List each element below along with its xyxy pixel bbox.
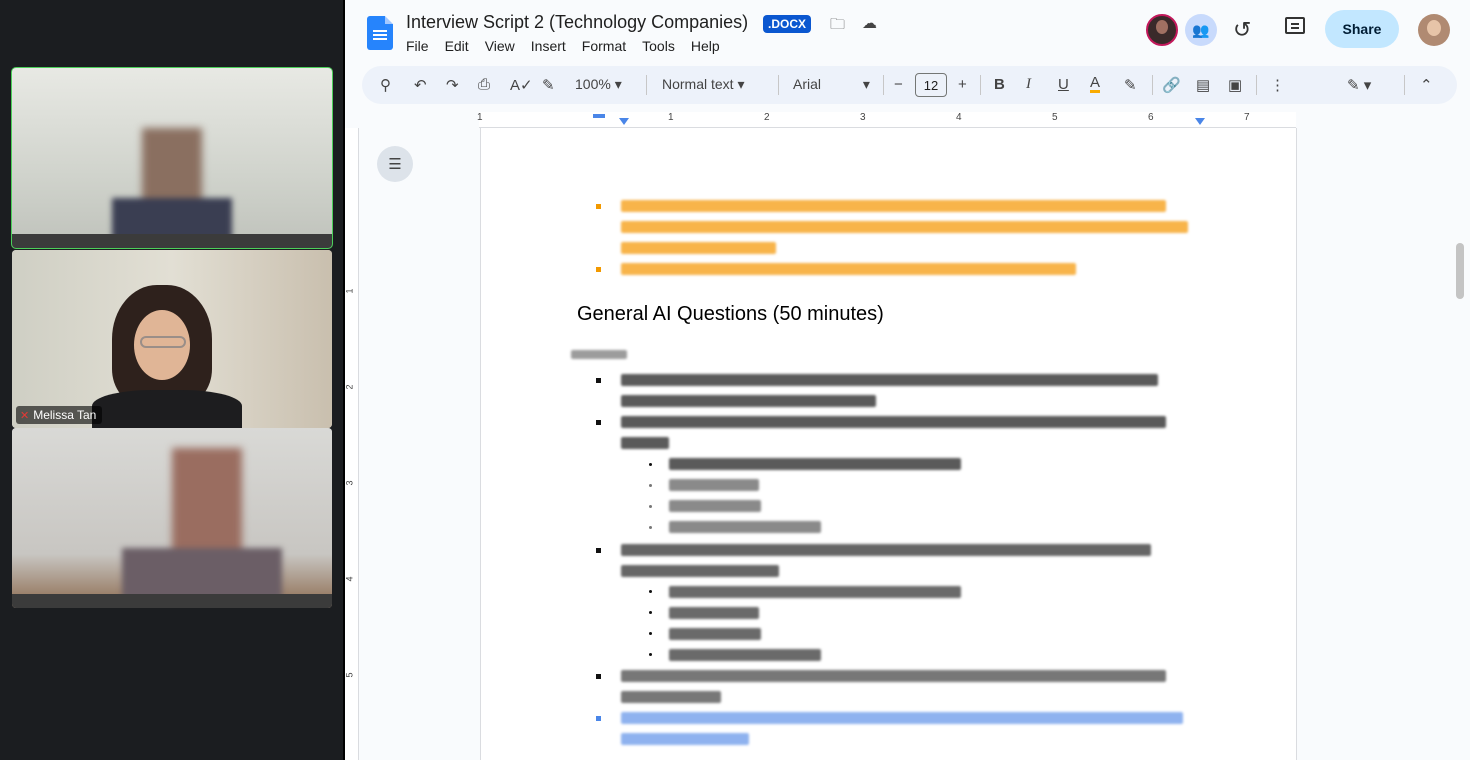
blurred-text-line	[621, 200, 1166, 212]
blurred-text-line	[621, 242, 776, 254]
menu-file[interactable]: File	[406, 38, 429, 54]
collaborator-avatar[interactable]	[1146, 14, 1178, 46]
text-color-button[interactable]: A	[1090, 75, 1101, 93]
left-margin-marker[interactable]	[619, 118, 629, 125]
blurred-text-line	[669, 586, 961, 598]
highlight-color-icon[interactable]: ✎	[1124, 76, 1137, 94]
participant-tile-1[interactable]	[11, 67, 333, 249]
comments-icon[interactable]	[1285, 17, 1305, 34]
blurred-text-line	[621, 691, 721, 703]
menu-format[interactable]: Format	[582, 38, 626, 54]
right-margin-marker[interactable]	[1195, 118, 1205, 125]
editing-mode-icon[interactable]: ✎ ▾	[1347, 76, 1371, 94]
share-button[interactable]: Share	[1325, 10, 1399, 48]
blurred-text-line	[621, 221, 1188, 233]
mic-muted-icon: ✕	[20, 409, 30, 422]
blurred-text-line	[621, 263, 1076, 275]
version-history-icon[interactable]: ↺	[1233, 17, 1251, 43]
menu-insert[interactable]: Insert	[531, 38, 566, 54]
font-select[interactable]: Arial ▾	[793, 76, 870, 93]
menu-tools[interactable]: Tools	[642, 38, 675, 54]
list-bullet	[596, 716, 601, 721]
zoom-select[interactable]: 100% ▾	[575, 76, 622, 93]
list-bullet	[649, 484, 652, 487]
blurred-text-line	[621, 374, 1158, 386]
document-title[interactable]: Interview Script 2 (Technology Companies…	[406, 12, 748, 33]
list-bullet	[649, 590, 652, 593]
list-bullet	[596, 204, 601, 209]
blurred-text-line	[669, 500, 761, 512]
cloud-status-icon[interactable]: ☁	[862, 14, 877, 32]
blurred-text-line	[669, 458, 961, 470]
menu-bar: File Edit View Insert Format Tools Help	[406, 38, 720, 54]
blurred-text-line	[669, 607, 759, 619]
more-options-icon[interactable]: ⋮	[1270, 76, 1285, 94]
docs-app: Interview Script 2 (Technology Companies…	[345, 0, 1470, 760]
search-icon[interactable]: ⚲	[380, 76, 391, 94]
list-bullet	[649, 463, 652, 466]
participant-name: Melissa Tan	[33, 408, 97, 422]
list-bullet	[596, 674, 601, 679]
video-call-panel: ✕ Melissa Tan	[0, 0, 345, 760]
menu-view[interactable]: View	[485, 38, 515, 54]
meet-present-icon[interactable]: 👥	[1185, 14, 1217, 46]
print-icon[interactable]: ⎙	[478, 76, 490, 93]
participant-tile-3[interactable]	[12, 428, 332, 608]
blurred-text-line	[669, 521, 821, 533]
scrollbar-thumb[interactable]	[1456, 243, 1464, 299]
account-avatar[interactable]	[1418, 14, 1450, 46]
blurred-text-line	[621, 437, 669, 449]
blurred-text-line	[621, 733, 749, 745]
vertical-ruler[interactable]: 1 2 3 4 5	[345, 128, 359, 760]
collapse-menus-icon[interactable]: ⌃	[1420, 76, 1433, 94]
move-folder-icon[interactable]: 🗀	[830, 14, 845, 39]
blurred-text-line	[571, 350, 627, 359]
blurred-text-line	[621, 544, 1151, 556]
horizontal-ruler[interactable]: 1 1 2 3 4 5 6 7	[477, 112, 1296, 128]
blurred-text-line	[669, 628, 761, 640]
blurred-text-line	[621, 712, 1183, 724]
decrease-font-size-button[interactable]: −	[894, 76, 903, 93]
blurred-text-line	[621, 565, 779, 577]
add-comment-icon[interactable]: ▤	[1196, 76, 1210, 94]
paint-format-icon[interactable]: ✎	[542, 76, 555, 94]
list-bullet	[596, 378, 601, 383]
blurred-text-line	[669, 479, 759, 491]
screen: ✕ Melissa Tan Interview Script 2 (Techno…	[0, 0, 1470, 760]
list-bullet	[649, 611, 652, 614]
insert-image-icon[interactable]: ▣	[1228, 76, 1242, 94]
list-bullet	[596, 548, 601, 553]
insert-link-icon[interactable]: 🔗	[1162, 76, 1181, 94]
menu-edit[interactable]: Edit	[445, 38, 469, 54]
list-bullet	[649, 526, 652, 529]
style-select[interactable]: Normal text ▾	[662, 76, 745, 93]
list-bullet	[649, 653, 652, 656]
format-badge: .DOCX	[763, 15, 812, 33]
menu-help[interactable]: Help	[691, 38, 720, 54]
document-outline-icon[interactable]: ☰	[377, 146, 413, 182]
bold-button[interactable]: B	[994, 76, 1005, 93]
blurred-text-line	[621, 416, 1166, 428]
italic-button[interactable]: I	[1026, 76, 1031, 93]
indent-marker[interactable]	[593, 114, 605, 118]
participant-name-tag: ✕ Melissa Tan	[16, 406, 103, 424]
participant-tile-2[interactable]: ✕ Melissa Tan	[12, 250, 332, 428]
list-bullet	[649, 632, 652, 635]
underline-button[interactable]: U	[1058, 76, 1069, 93]
section-heading: General AI Questions (50 minutes)	[577, 303, 884, 325]
blurred-text-line	[621, 395, 876, 407]
docs-logo-icon[interactable]	[367, 16, 393, 50]
undo-icon[interactable]: ↶	[414, 76, 427, 94]
list-bullet	[649, 505, 652, 508]
redo-icon[interactable]: ↷	[446, 76, 459, 94]
formatting-toolbar: ⚲ ↶ ↷ ⎙ A✓ ✎ 100% ▾ Normal text ▾ Arial …	[362, 66, 1457, 104]
blurred-text-line	[669, 649, 821, 661]
spellcheck-icon[interactable]: A✓	[510, 76, 533, 94]
blurred-text-line	[621, 670, 1166, 682]
list-bullet	[596, 267, 601, 272]
document-page[interactable]: General AI Questions (50 minutes)	[480, 128, 1297, 760]
font-size-input[interactable]: 12	[915, 73, 947, 97]
increase-font-size-button[interactable]: +	[958, 76, 967, 93]
list-bullet	[596, 420, 601, 425]
